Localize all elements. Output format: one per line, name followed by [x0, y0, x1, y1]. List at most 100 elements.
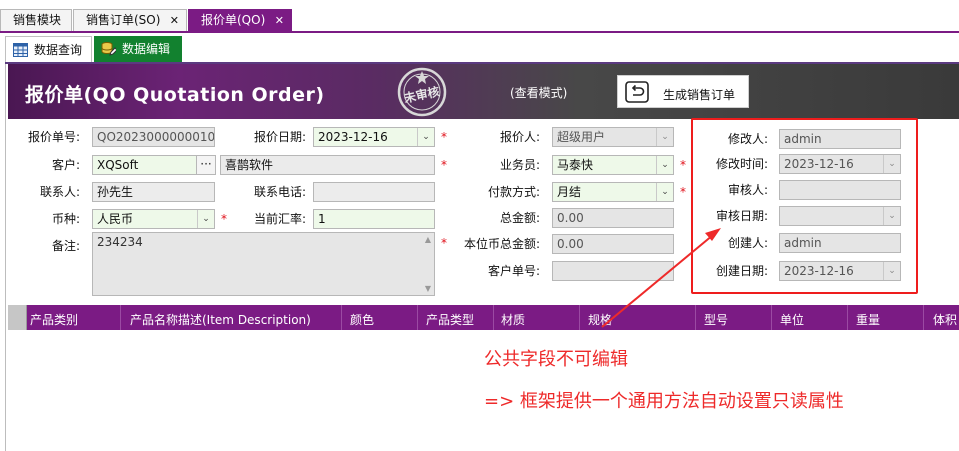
quote-no-field[interactable]: QO2023000000010 — [92, 127, 215, 147]
modifier-label: 修改人: — [727, 132, 768, 146]
payment-select[interactable]: 月结 ⌄ — [552, 182, 674, 202]
database-edit-icon — [101, 42, 116, 56]
column-divider[interactable] — [579, 305, 580, 330]
view-tab-bar: 数据查询 数据编辑 — [0, 33, 959, 63]
customer-order-label: 客户单号: — [487, 264, 540, 278]
annotation-public-fields: 公共字段不可编辑 — [484, 349, 628, 370]
salesman-value: 马泰快 — [557, 158, 594, 172]
auditor-field[interactable] — [779, 180, 901, 200]
create-date-label: 创建日期: — [715, 264, 768, 278]
tab-sales-order[interactable]: 销售订单(SO) ✕ — [73, 9, 187, 31]
customer-label: 客户: — [51, 158, 80, 172]
column-header[interactable]: 体积 — [933, 311, 957, 328]
column-divider[interactable] — [695, 305, 696, 330]
local-total-label: 本位币总金额: — [463, 237, 540, 251]
currency-select[interactable]: 人民币 ⌄ — [92, 209, 215, 229]
create-date-picker[interactable]: 2023-12-16 ⌄ — [779, 261, 901, 281]
salesman-select[interactable]: 马泰快 ⌄ — [552, 155, 674, 175]
stamp-text: 未审核 — [402, 83, 441, 105]
chevron-down-icon[interactable]: ⌄ — [656, 128, 673, 146]
auditor-label: 审核人: — [727, 183, 768, 197]
generate-sales-order-label: 生成销售订单 — [663, 88, 736, 102]
customer-name-field[interactable]: 喜鹊软件 — [220, 155, 435, 175]
column-divider[interactable] — [923, 305, 924, 330]
view-mode-label: (查看模式) — [510, 86, 568, 100]
column-header[interactable]: 单位 — [780, 311, 804, 328]
customer-lookup-button[interactable]: ··· — [196, 155, 216, 175]
column-header[interactable]: 型号 — [704, 311, 728, 328]
chevron-down-icon[interactable]: ⌄ — [656, 183, 673, 201]
chevron-down-icon[interactable]: ⌄ — [197, 210, 214, 228]
row-indicator-header[interactable] — [8, 305, 27, 330]
remark-textarea[interactable]: 234234 ▲ ▼ — [92, 232, 435, 296]
local-total-field[interactable]: 0.00 — [552, 234, 674, 254]
phone-field[interactable] — [313, 182, 435, 202]
audit-date-label: 审核日期: — [715, 209, 768, 223]
quote-date-label: 报价日期: — [253, 130, 306, 144]
quote-no-label: 报价单号: — [27, 130, 80, 144]
modify-time-value: 2023-12-16 — [784, 157, 854, 171]
remark-label: 备注: — [51, 239, 80, 253]
remark-value: 234234 — [97, 235, 143, 249]
column-header[interactable]: 产品类型 — [426, 311, 474, 328]
column-divider[interactable] — [847, 305, 848, 330]
tab-sales-module[interactable]: 销售模块 — [0, 9, 72, 31]
currency-label: 币种: — [51, 212, 80, 226]
tab-quotation[interactable]: 报价单(QO) ✕ — [188, 9, 292, 31]
chevron-down-icon[interactable]: ⌄ — [883, 155, 900, 173]
tab-label: 数据编辑 — [122, 42, 171, 56]
quote-date-value: 2023-12-16 — [318, 130, 388, 144]
scroll-down-icon[interactable]: ▼ — [425, 284, 431, 293]
tab-data-query[interactable]: 数据查询 — [5, 36, 92, 63]
column-header[interactable]: 材质 — [501, 311, 525, 328]
required-mark: * — [680, 158, 686, 172]
customer-code-field[interactable]: XQSoft — [92, 155, 197, 175]
rate-label: 当前汇率: — [253, 212, 306, 226]
payment-label: 付款方式: — [487, 185, 540, 199]
tab-label: 数据查询 — [34, 43, 83, 57]
modifier-field[interactable]: admin — [779, 129, 901, 149]
column-divider[interactable] — [493, 305, 494, 330]
table-grid-icon — [13, 43, 28, 57]
total-label: 总金额: — [499, 211, 540, 225]
column-divider[interactable] — [341, 305, 342, 330]
audit-date-picker[interactable]: ⌄ — [779, 206, 901, 226]
quoter-select[interactable]: 超级用户 ⌄ — [552, 127, 674, 147]
column-header[interactable]: 产品类别 — [30, 311, 78, 328]
customer-order-field[interactable] — [552, 261, 674, 281]
quote-date-picker[interactable]: 2023-12-16 ⌄ — [313, 127, 435, 147]
page-title: 报价单(QO Quotation Order) — [25, 84, 325, 106]
scroll-up-icon[interactable]: ▲ — [425, 235, 431, 244]
close-icon[interactable]: ✕ — [170, 10, 179, 31]
required-mark: * — [441, 130, 447, 144]
chevron-down-icon[interactable]: ⌄ — [883, 207, 900, 225]
modify-time-picker[interactable]: 2023-12-16 ⌄ — [779, 154, 901, 174]
column-divider[interactable] — [120, 305, 121, 330]
column-header[interactable]: 重量 — [856, 311, 880, 328]
column-header[interactable]: 规格 — [588, 311, 612, 328]
chevron-down-icon[interactable]: ⌄ — [417, 128, 434, 146]
chevron-down-icon[interactable]: ⌄ — [656, 156, 673, 174]
required-mark: * — [441, 236, 447, 250]
phone-label: 联系电话: — [253, 185, 306, 199]
total-field[interactable]: 0.00 — [552, 208, 674, 228]
salesman-label: 业务员: — [499, 158, 540, 172]
tab-data-edit[interactable]: 数据编辑 — [94, 36, 182, 63]
creator-field[interactable]: admin — [779, 233, 901, 253]
tab-label: 销售模块 — [13, 13, 62, 27]
column-header[interactable]: 产品名称描述(Item Description) — [130, 311, 311, 328]
contact-field[interactable]: 孙先生 — [92, 182, 215, 202]
chevron-down-icon[interactable]: ⌄ — [883, 262, 900, 280]
column-divider[interactable] — [771, 305, 772, 330]
close-icon[interactable]: ✕ — [275, 10, 284, 31]
currency-value: 人民币 — [97, 212, 134, 226]
module-tab-bar: 销售模块 销售订单(SO) ✕ 报价单(QO) ✕ — [0, 0, 959, 32]
generate-sales-order-button[interactable]: 生成销售订单 — [617, 75, 749, 108]
items-grid-header: 产品类别 产品名称描述(Item Description) 颜色 产品类型 材质… — [8, 305, 959, 330]
required-mark: * — [441, 158, 447, 172]
column-header[interactable]: 颜色 — [350, 311, 374, 328]
modify-time-label: 修改时间: — [715, 157, 768, 171]
column-divider[interactable] — [417, 305, 418, 330]
rate-field[interactable]: 1 — [313, 209, 435, 229]
document-header: 报价单(QO Quotation Order) 未审核 (查看模式) 生成销售订… — [8, 64, 959, 119]
